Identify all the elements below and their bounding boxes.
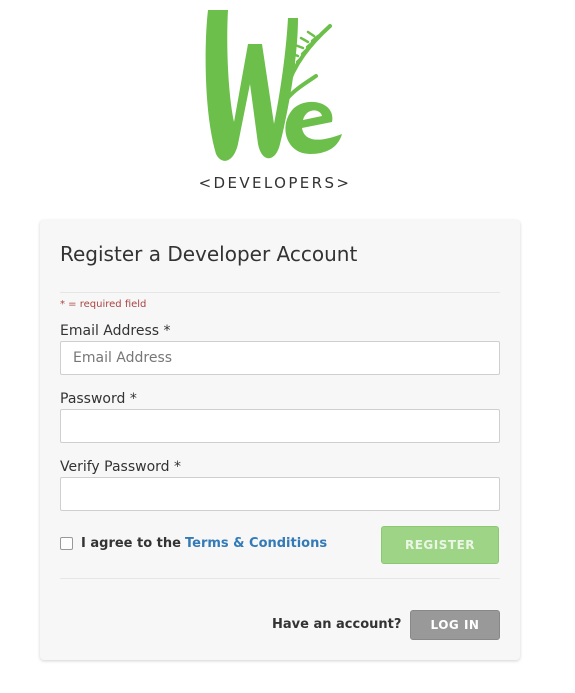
- logo-subtitle: <DEVELOPERS>: [198, 174, 352, 192]
- password-field[interactable]: [60, 409, 500, 443]
- we-logo-mark: [205, 10, 342, 161]
- register-button[interactable]: REGISTER: [381, 526, 499, 564]
- email-label: Email Address *: [60, 323, 171, 339]
- have-account-text: Have an account?: [272, 617, 402, 632]
- page-title: Register a Developer Account: [60, 242, 358, 266]
- email-field[interactable]: [60, 341, 500, 375]
- logo: <DEVELOPERS>: [190, 4, 380, 194]
- terms-link[interactable]: Terms & Conditions: [185, 536, 327, 551]
- terms-prefix: I agree to the: [81, 536, 181, 551]
- required-note: * = required field: [60, 299, 147, 310]
- terms-agreement: I agree to the Terms & Conditions: [60, 536, 327, 551]
- register-card: Register a Developer Account * = require…: [40, 220, 520, 660]
- footer-divider: [60, 578, 500, 579]
- terms-checkbox[interactable]: [60, 537, 73, 550]
- login-button[interactable]: LOG IN: [410, 610, 500, 640]
- password-label: Password *: [60, 391, 137, 407]
- verify-password-label: Verify Password *: [60, 459, 182, 475]
- title-divider: [60, 292, 500, 293]
- verify-password-field[interactable]: [60, 477, 500, 511]
